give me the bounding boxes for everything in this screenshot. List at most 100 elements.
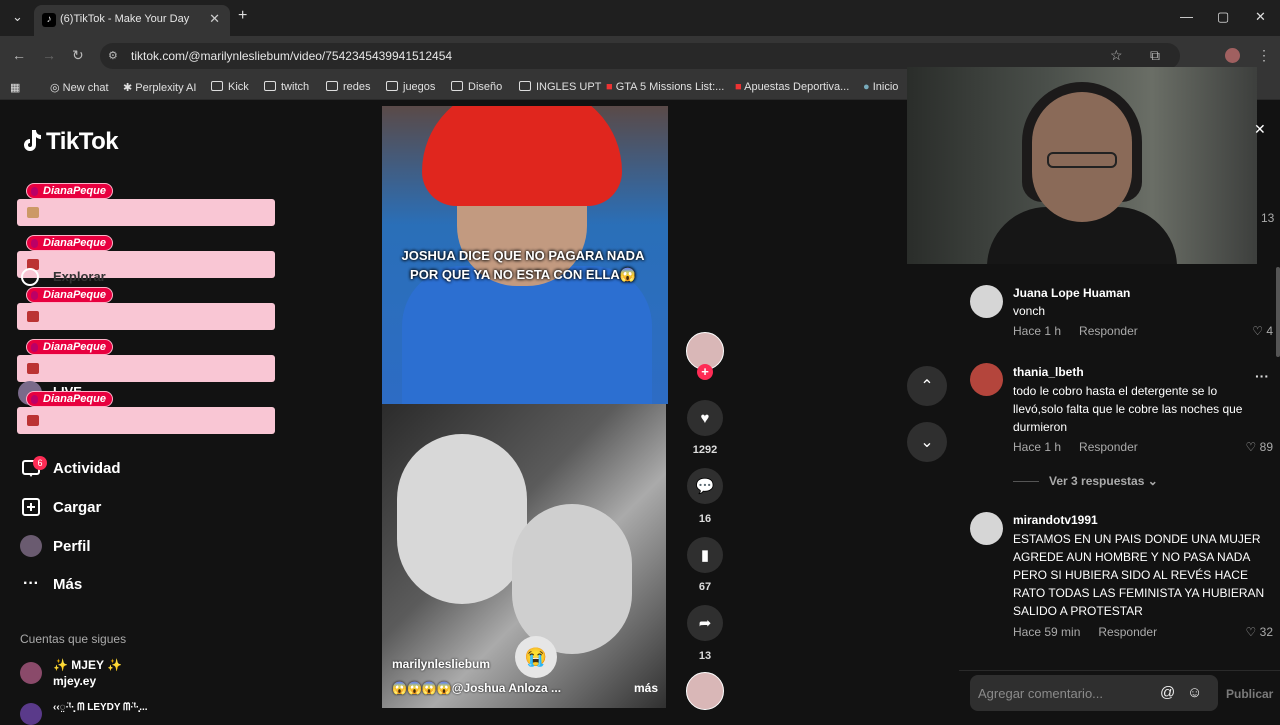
close-tab-icon[interactable]: ✕ bbox=[209, 11, 220, 27]
like-count: 1292 bbox=[692, 444, 718, 456]
publish-button[interactable]: Publicar bbox=[1226, 687, 1273, 701]
tiktok-logo[interactable]: TikTok bbox=[20, 128, 119, 156]
mention-icon[interactable]: @ bbox=[1160, 684, 1175, 701]
like-button[interactable]: ♥ bbox=[687, 400, 723, 436]
chevron-down-icon: ⌄ bbox=[1147, 474, 1158, 488]
activity-badge: 6 bbox=[33, 456, 47, 470]
bookmark-kick[interactable]: Kick bbox=[211, 81, 249, 93]
tab-search-icon[interactable]: ⌄ bbox=[12, 9, 23, 25]
webcam-overlay bbox=[907, 67, 1257, 264]
bookmark-redes[interactable]: redes bbox=[326, 81, 371, 93]
close-window-icon[interactable]: ✕ bbox=[1255, 9, 1266, 25]
stream-overlay-row bbox=[17, 355, 275, 382]
music-disc-avatar[interactable] bbox=[686, 672, 724, 710]
following-title: Cuentas que sigues bbox=[20, 632, 127, 646]
sidebar-item-perfil[interactable]: Perfil bbox=[20, 535, 91, 557]
save-button[interactable]: ▮ bbox=[687, 537, 723, 573]
back-icon[interactable]: ← bbox=[12, 47, 26, 63]
bookmark-perplexity[interactable]: ✱ Perplexity AI bbox=[123, 81, 196, 94]
comment-like[interactable]: ♡ 32 bbox=[1233, 625, 1273, 639]
video-author[interactable]: marilynlesliebum bbox=[392, 657, 490, 671]
bookmark-inicio[interactable]: ● Inicio bbox=[863, 81, 898, 93]
following-display-name[interactable]: ✨ MJEY ✨ bbox=[53, 658, 122, 672]
profile-avatar-icon[interactable] bbox=[1225, 48, 1240, 63]
comment-avatar[interactable] bbox=[970, 285, 1003, 318]
comment-time: Hace 1 h bbox=[1013, 440, 1062, 454]
comment-text: todo le cobro hasta el detergente se lo … bbox=[1013, 384, 1243, 434]
new-tab-icon[interactable]: + bbox=[238, 7, 247, 25]
comment-like[interactable]: ♡ 89 bbox=[1233, 440, 1273, 454]
bookmark-juegos[interactable]: juegos bbox=[386, 81, 435, 93]
maximize-icon[interactable]: ▢ bbox=[1217, 9, 1229, 25]
comment-icon: 💬 bbox=[695, 478, 715, 495]
comment-like[interactable]: ♡ 4 bbox=[1233, 324, 1273, 338]
chevron-down-icon: ⌄ bbox=[920, 434, 934, 451]
comment-time: Hace 59 min bbox=[1013, 625, 1081, 639]
sidebar-item-label: Más bbox=[53, 575, 83, 593]
reply-button[interactable]: Responder bbox=[1079, 324, 1138, 338]
gta-icon: ■ bbox=[606, 81, 613, 93]
sidebar-item-cargar[interactable]: Cargar bbox=[20, 496, 101, 518]
url-text[interactable]: tiktok.com/@marilynlesliebum/video/75423… bbox=[131, 49, 452, 63]
avatar[interactable] bbox=[20, 662, 42, 684]
comment-username[interactable]: Juana Lope Huaman bbox=[1013, 286, 1130, 300]
share-button[interactable]: ➦ bbox=[687, 605, 723, 641]
more-link[interactable]: más bbox=[634, 681, 658, 695]
sidebar-item-mas[interactable]: ··· Más bbox=[20, 573, 82, 595]
bookmark-star-icon[interactable]: ☆ bbox=[1110, 47, 1123, 64]
save-count: 67 bbox=[698, 581, 712, 593]
reply-button[interactable]: Responder bbox=[1079, 440, 1138, 454]
explore-icon bbox=[21, 268, 39, 286]
overlay-tag: DianaPeque bbox=[26, 391, 113, 407]
following-handle[interactable]: mjey.ey bbox=[53, 674, 96, 688]
browser-tab[interactable]: ♪ (6)TikTok - Make Your Day ✕ bbox=[34, 5, 230, 36]
share-icon: ➦ bbox=[698, 615, 712, 632]
apps-grid-icon[interactable]: ▦ bbox=[10, 81, 20, 94]
bookmark-twitch[interactable]: twitch bbox=[264, 81, 309, 93]
bookmark-apuestas[interactable]: ■ Apuestas Deportiva... bbox=[735, 81, 849, 93]
view-replies-button[interactable]: Ver 3 respuestas ⌄ bbox=[1013, 474, 1158, 488]
bookmark-gta[interactable]: ■ GTA 5 Missions List:... bbox=[606, 81, 724, 93]
folder-icon bbox=[451, 81, 463, 91]
folder-icon bbox=[211, 81, 223, 91]
following-display-name[interactable]: ‹‹◌̤·̈ᵗ·̥̣ ᗰ LEYDY ᗰ·̈ᵗ·̥̣... bbox=[53, 702, 148, 713]
overlay-tag: DianaPeque bbox=[26, 287, 113, 303]
comment-avatar[interactable] bbox=[970, 363, 1003, 396]
menu-icon[interactable]: ⋮ bbox=[1257, 47, 1271, 64]
next-video-button[interactable]: ⌄ bbox=[907, 422, 947, 462]
sidebar-explore-partial[interactable]: Explorar bbox=[53, 269, 106, 284]
folder-icon bbox=[326, 81, 338, 91]
overlay-tag: DianaPeque bbox=[26, 183, 113, 199]
avatar[interactable] bbox=[20, 703, 42, 725]
comment-avatar[interactable] bbox=[970, 512, 1003, 545]
emoji-icon[interactable]: ☺ bbox=[1187, 684, 1202, 701]
heart-icon: ♥ bbox=[700, 409, 710, 427]
comments-scrollbar[interactable] bbox=[1276, 267, 1280, 357]
reply-button[interactable]: Responder bbox=[1098, 625, 1157, 639]
bookmark-new-chat[interactable]: ◎ New chat bbox=[50, 81, 109, 94]
comment-username[interactable]: mirandotv1991 bbox=[1013, 513, 1098, 527]
comment-more-icon[interactable]: ··· bbox=[1255, 368, 1269, 384]
forward-icon[interactable]: → bbox=[42, 47, 56, 63]
previous-video-button[interactable]: ⌃ bbox=[907, 366, 947, 406]
follow-plus-icon[interactable]: + bbox=[697, 364, 713, 380]
sidebar-item-label: Perfil bbox=[53, 537, 91, 555]
overlay-tag: DianaPeque bbox=[26, 235, 113, 251]
bookmark-diseno[interactable]: Diseño bbox=[451, 81, 502, 93]
minimize-icon[interactable]: — bbox=[1180, 9, 1193, 24]
bookmark-ingles-upt[interactable]: INGLES UPT bbox=[519, 81, 601, 93]
more-icon: ··· bbox=[23, 575, 39, 592]
reload-icon[interactable]: ↻ bbox=[72, 47, 84, 64]
comment-username[interactable]: thania_lbeth bbox=[1013, 365, 1084, 379]
comment-meta: Hace 59 min Responder bbox=[1013, 625, 1157, 639]
extensions-icon[interactable]: ⧉ bbox=[1150, 47, 1160, 64]
sidebar-item-label: Actividad bbox=[53, 459, 121, 477]
close-icon[interactable]: ✕ bbox=[1254, 121, 1266, 138]
share-count: 13 bbox=[698, 650, 712, 662]
comment-placeholder[interactable]: Agregar comentario... bbox=[978, 686, 1103, 701]
overlay-emoji-icon bbox=[27, 415, 39, 426]
video-caption: JOSHUA DICE QUE NO PAGARA NADA POR QUE Y… bbox=[401, 248, 645, 282]
browser-titlebar: ⌄ ♪ (6)TikTok - Make Your Day ✕ + — ▢ ✕ bbox=[0, 0, 1280, 36]
site-info-icon[interactable]: ⚙ bbox=[108, 49, 118, 62]
comment-button[interactable]: 💬 bbox=[687, 468, 723, 504]
